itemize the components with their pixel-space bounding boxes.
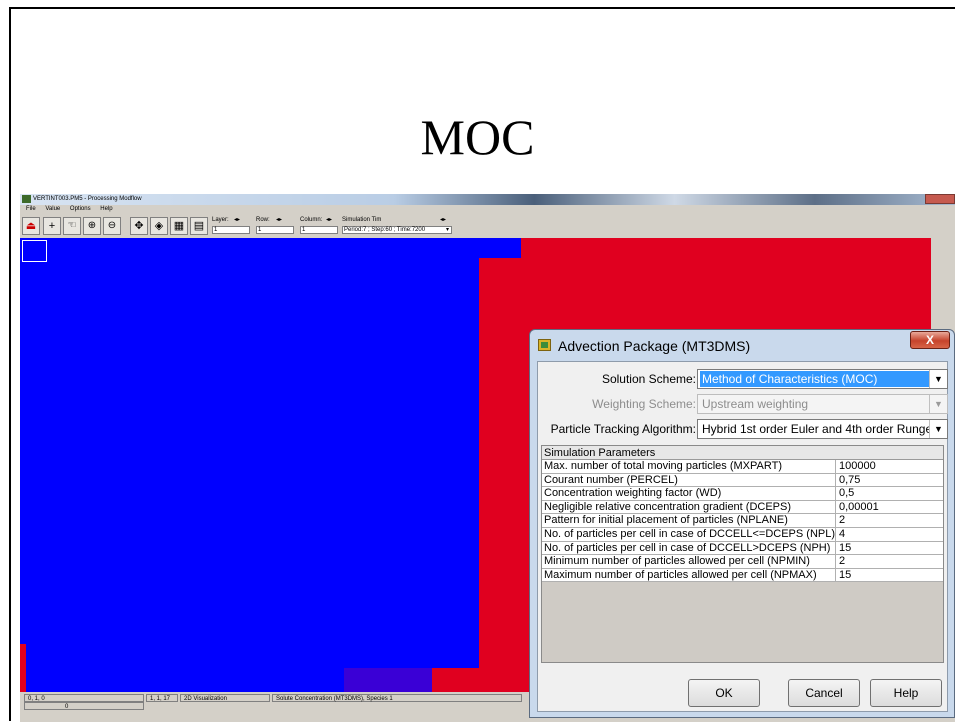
chevron-down-icon[interactable]: ▼ xyxy=(929,420,947,438)
table-row: Courant number (PERCEL) 0,75 xyxy=(542,473,943,488)
grid-icon[interactable]: ▦ xyxy=(170,217,188,235)
chevron-down-icon: ▼ xyxy=(929,395,947,413)
solution-scheme-value: Method of Characteristics (MOC) xyxy=(700,371,929,387)
row-spinner-icon[interactable]: ◂▸ xyxy=(276,216,282,223)
param-value[interactable]: 0,75 xyxy=(836,474,943,487)
param-name: Maximum number of particles allowed per … xyxy=(542,568,836,582)
particle-tracking-select[interactable]: Hybrid 1st order Euler and 4th order Run… xyxy=(697,419,948,439)
weighting-scheme-select: Upstream weighting ▼ xyxy=(697,394,948,414)
sim-time-select[interactable]: Period:7 ; Step:60 ; Time:7200 xyxy=(342,226,452,234)
table-row: No. of particles per cell in case of DCC… xyxy=(542,527,943,542)
layer-label: Layer: xyxy=(212,217,229,223)
param-value[interactable]: 0,5 xyxy=(836,487,943,500)
particle-tracking-row: Particle Tracking Algorithm: Hybrid 1st … xyxy=(538,419,948,439)
solution-scheme-label: Solution Scheme: xyxy=(601,372,696,386)
app-title: VERTINT003.PM5 - Processing Modflow xyxy=(33,196,142,202)
param-name: Concentration weighting factor (WD) xyxy=(542,487,836,500)
advection-package-dialog: Advection Package (MT3DMS) X Solution Sc… xyxy=(529,329,955,718)
param-value[interactable]: 4 xyxy=(836,528,943,541)
app-icon xyxy=(22,195,31,203)
zoom-in-icon[interactable]: ⊕ xyxy=(83,217,101,235)
menu-value[interactable]: Value xyxy=(45,206,60,212)
crosshair-icon[interactable]: + xyxy=(43,217,61,235)
table-row: Minimum number of particles allowed per … xyxy=(542,555,943,569)
status-coords: 0, 1, 0 xyxy=(24,694,144,702)
package-icon xyxy=(538,339,551,351)
param-name: Negligible relative concentration gradie… xyxy=(542,500,836,514)
toolbar: ⏏ + ☜ ⊕ ⊖ ✥ ◈ ▦ ▤ Layer: 1 ◂▸ Row: 1 ◂▸ … xyxy=(20,214,955,238)
param-value[interactable]: 100000 xyxy=(836,460,943,473)
cancel-button[interactable]: Cancel xyxy=(788,679,860,707)
weighting-scheme-row: Weighting Scheme: Upstream weighting ▼ xyxy=(538,394,948,414)
hand-icon[interactable]: ☜ xyxy=(63,217,81,235)
param-name: Max. number of total moving particles (M… xyxy=(542,460,836,473)
selected-cell[interactable] xyxy=(22,240,47,262)
param-value[interactable]: 2 xyxy=(836,514,943,527)
parameters-grid: Simulation Parameters Max. number of tot… xyxy=(541,445,944,663)
status-cell: 1, 1, 17 xyxy=(146,694,178,702)
model-grid-canvas[interactable] xyxy=(20,238,521,692)
particle-tracking-label: Particle Tracking Algorithm: xyxy=(550,422,696,436)
close-button[interactable]: X xyxy=(910,331,950,349)
column-spinner-icon[interactable]: ◂▸ xyxy=(326,216,332,223)
param-name: Courant number (PERCEL) xyxy=(542,473,836,487)
status-value: 0 xyxy=(24,702,144,710)
table-row: Negligible relative concentration gradie… xyxy=(542,500,943,515)
particle-tracking-value: Hybrid 1st order Euler and 4th order Run… xyxy=(702,422,929,436)
dialog-titlebar: Advection Package (MT3DMS) X xyxy=(530,330,954,360)
status-info: Solute Concentration (MT3DMS), Species 1 xyxy=(272,694,522,702)
concentration-region-mid xyxy=(344,668,432,692)
weighting-scheme-value: Upstream weighting xyxy=(702,397,809,411)
table-row: Max. number of total moving particles (M… xyxy=(542,460,943,474)
menu-file[interactable]: File xyxy=(26,206,36,212)
window-controls[interactable] xyxy=(925,194,955,204)
layer-spinner-icon[interactable]: ◂▸ xyxy=(234,216,240,223)
layer-field[interactable]: 1 xyxy=(212,226,250,234)
table-row: Concentration weighting factor (WD) 0,5 xyxy=(542,487,943,501)
parameters-header: Simulation Parameters xyxy=(542,446,943,460)
weighting-scheme-label: Weighting Scheme: xyxy=(592,397,696,411)
dialog-body: Solution Scheme: Method of Characteristi… xyxy=(537,361,948,712)
table-row: No. of particles per cell in case of DCC… xyxy=(542,541,943,556)
param-name: No. of particles per cell in case of DCC… xyxy=(542,541,836,555)
table-row: Maximum number of particles allowed per … xyxy=(542,568,943,583)
param-name: Minimum number of particles allowed per … xyxy=(542,555,836,568)
row-field[interactable]: 1 xyxy=(256,226,294,234)
parameters-rows: Max. number of total moving particles (M… xyxy=(542,460,943,583)
status-mode: 2D Visualization xyxy=(180,694,270,702)
solution-scheme-select[interactable]: Method of Characteristics (MOC) ▼ xyxy=(697,369,948,389)
param-value[interactable]: 15 xyxy=(836,542,943,555)
slide-title: MOC xyxy=(420,109,535,165)
chevron-down-icon[interactable]: ▼ xyxy=(929,370,947,388)
sim-time-label: Simulation Tim xyxy=(342,217,382,223)
param-value[interactable]: 15 xyxy=(836,569,943,582)
diamond-icon[interactable]: ◈ xyxy=(150,217,168,235)
ok-button[interactable]: OK xyxy=(688,679,760,707)
zoom-out-icon[interactable]: ⊖ xyxy=(103,217,121,235)
pan-icon[interactable]: ✥ xyxy=(130,217,148,235)
concentration-region-left xyxy=(20,644,26,692)
param-name: No. of particles per cell in case of DCC… xyxy=(544,527,836,541)
param-name: Pattern for initial placement of particl… xyxy=(542,514,836,527)
concentration-region-bottom xyxy=(432,668,522,692)
menu-options[interactable]: Options xyxy=(70,206,91,212)
row-label: Row: xyxy=(256,217,270,223)
solution-scheme-row: Solution Scheme: Method of Characteristi… xyxy=(538,369,948,389)
layers-icon[interactable]: ▤ xyxy=(190,217,208,235)
menu-bar: File Value Options Help xyxy=(20,205,955,214)
exit-icon[interactable]: ⏏ xyxy=(22,217,40,235)
column-label: Column: xyxy=(300,217,323,223)
column-field[interactable]: 1 xyxy=(300,226,338,234)
param-value[interactable]: 0,00001 xyxy=(836,501,943,514)
param-value[interactable]: 2 xyxy=(836,555,943,568)
app-titlebar: VERTINT003.PM5 - Processing Modflow xyxy=(20,194,955,205)
table-row: Pattern for initial placement of particl… xyxy=(542,514,943,528)
time-spinner-icon[interactable]: ◂▸ xyxy=(440,216,446,223)
help-button[interactable]: Help xyxy=(870,679,942,707)
chevron-down-icon[interactable]: ▾ xyxy=(446,226,449,233)
dialog-title: Advection Package (MT3DMS) xyxy=(558,338,751,354)
concentration-region-step xyxy=(479,258,521,692)
menu-help[interactable]: Help xyxy=(100,206,112,212)
